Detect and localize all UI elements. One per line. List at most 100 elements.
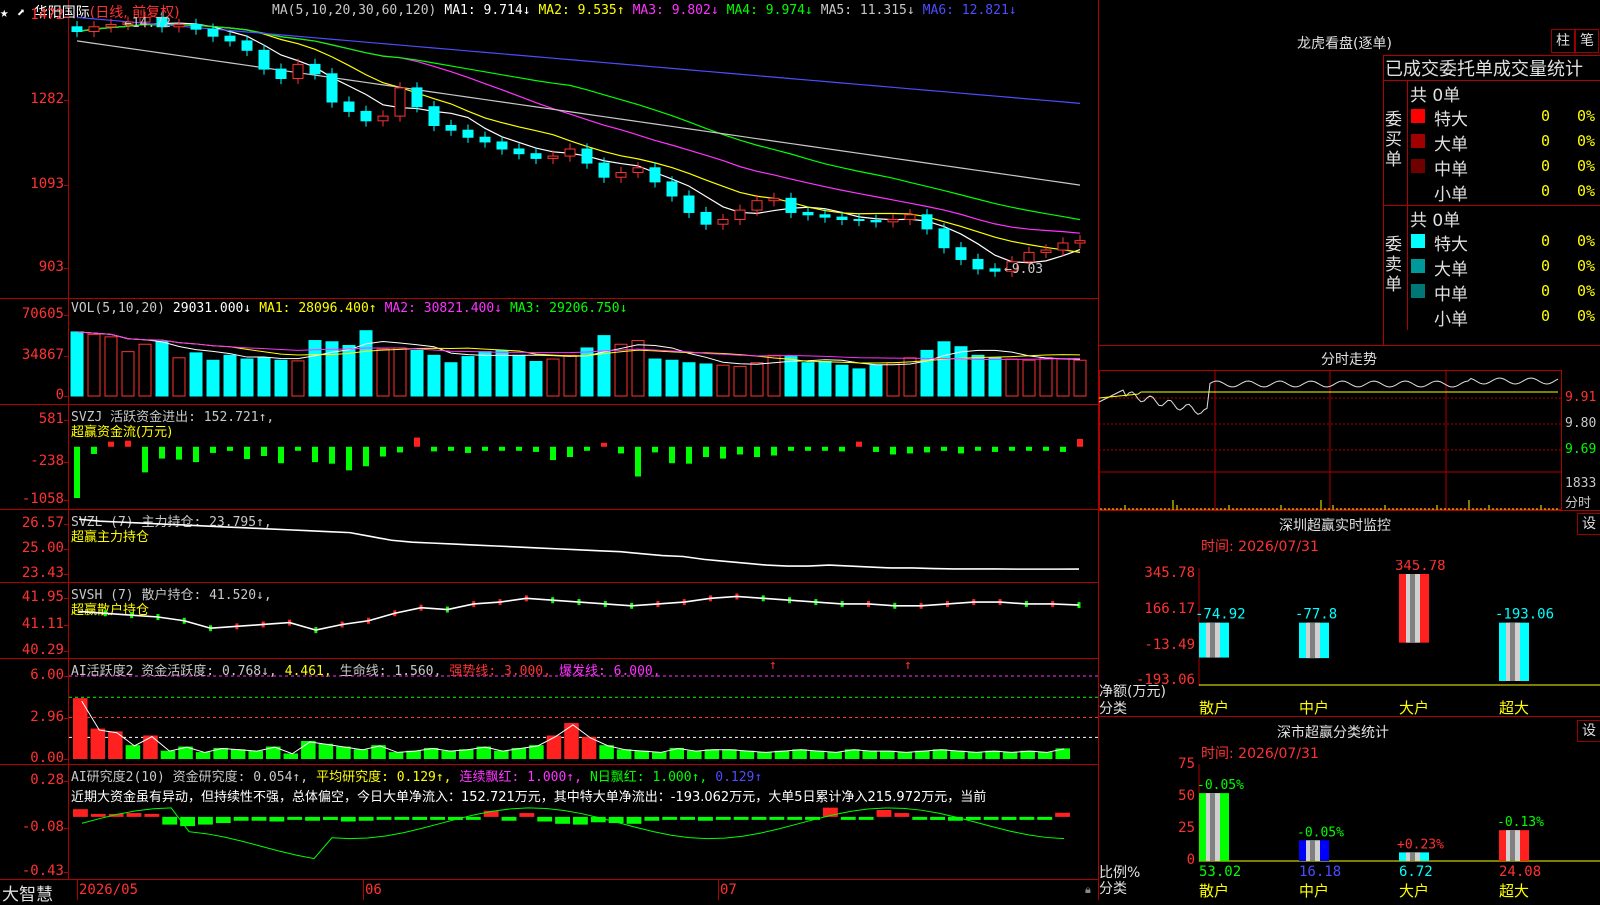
activity-bar <box>739 750 755 759</box>
intraday-vol-label: 分时 <box>1565 496 1592 511</box>
order-color-swatch <box>1411 284 1425 298</box>
star-icon[interactable]: ★ <box>0 5 8 21</box>
fund-flow-bar <box>261 446 267 457</box>
chart-tool-icon[interactable]: ⬈ <box>17 5 25 21</box>
stats-bar-shade <box>1410 852 1415 861</box>
tab-column[interactable]: 柱 <box>1551 29 1575 53</box>
candle-body <box>751 200 763 211</box>
research-bar <box>965 816 981 820</box>
fund-flow-bar <box>329 446 335 464</box>
volume-bar <box>427 354 441 397</box>
volume-bar <box>478 351 492 397</box>
fund-flow-chart[interactable] <box>69 405 1098 509</box>
candle-body <box>462 129 474 138</box>
fund-flow-bar <box>1043 446 1049 451</box>
fund-flow-bar <box>652 446 658 453</box>
volume-bar <box>461 356 475 397</box>
research-bar <box>555 816 570 824</box>
fund-flow-bar <box>737 446 743 455</box>
tab-tick[interactable]: 笔 <box>1575 29 1599 53</box>
fund-flow-bar <box>771 446 777 456</box>
intraday-axis-label: 9.69 <box>1565 442 1597 457</box>
fenshi-title: 分时走势 <box>1321 352 1377 368</box>
sell-total: 共 0单 <box>1410 211 1461 231</box>
fund-flow-bar <box>125 440 131 447</box>
stats-chart[interactable]: -0.05% 53.02 散户 -0.05% 16.18 中户 +0.23% 6.72 大户 -0… <box>1099 762 1600 900</box>
activity-bar <box>599 745 614 759</box>
candle-body <box>445 125 457 131</box>
candle-body <box>1023 251 1035 263</box>
fund-flow-bar <box>108 441 114 447</box>
activity-bar <box>230 749 246 759</box>
volume-bar <box>801 362 815 397</box>
volume-bar <box>104 336 118 397</box>
fund-flow-bar <box>159 446 165 459</box>
stats-bar <box>1299 840 1329 861</box>
research-bar <box>465 816 481 820</box>
volume-bar <box>529 360 543 397</box>
ai-research-chart[interactable] <box>69 765 1098 879</box>
candle-body <box>649 167 661 183</box>
research-bar <box>894 813 910 817</box>
research-bar <box>858 816 874 820</box>
lock-icon[interactable]: 🔒︎ <box>1085 883 1091 897</box>
candle-body <box>785 197 797 213</box>
candle-body <box>581 148 593 164</box>
candle-body <box>853 219 865 221</box>
fund-flow-bar <box>635 446 641 477</box>
activity-bar <box>494 750 509 759</box>
main-position-chart[interactable] <box>69 510 1098 582</box>
candle-body <box>190 23 202 30</box>
order-percent: 0% <box>1577 282 1596 300</box>
order-count: 0 <box>1541 257 1551 275</box>
research-bar <box>126 813 142 817</box>
lhkp-subtitle: 已成交委托单成交量统计 <box>1385 59 1583 80</box>
price-high-marker: ←14.72 <box>124 16 171 31</box>
stats-time: 时间: 2026/07/31 <box>1201 746 1319 762</box>
stats-bar-shade <box>1310 840 1315 861</box>
retail-position-chart[interactable] <box>69 583 1098 658</box>
fund-flow-bar <box>499 446 505 451</box>
fund-flow-bar <box>74 446 80 499</box>
volume-bar <box>954 346 968 397</box>
volume-bar <box>835 364 849 397</box>
monitor-value-label: -193.06 <box>1495 607 1554 623</box>
ai-activity-chart[interactable]: ↑ ↑ <box>69 659 1098 764</box>
order-color-swatch <box>1411 134 1425 148</box>
activity-bar <box>336 746 351 759</box>
order-color-swatch <box>1411 234 1425 248</box>
axis-label: -0.08 <box>21 819 64 835</box>
candle-body <box>428 106 440 126</box>
candle-body <box>309 63 321 75</box>
volume-bar <box>971 354 985 397</box>
monitor-settings-button[interactable]: 设 <box>1577 513 1600 535</box>
volume-bar <box>308 340 322 397</box>
volume-bar <box>682 362 696 397</box>
fund-flow-bar <box>295 446 301 451</box>
activity-bar <box>301 741 316 759</box>
axis-label: 70605 <box>21 306 64 322</box>
volume-bar <box>410 349 424 397</box>
candle-body <box>360 110 372 122</box>
research-bar <box>519 813 535 817</box>
price-chart[interactable] <box>69 0 1098 298</box>
fund-flow-bar <box>397 446 403 453</box>
activity-bar <box>283 753 299 759</box>
fund-flow-bar <box>1077 438 1083 447</box>
stats-settings-button[interactable]: 设 <box>1577 720 1600 742</box>
candle-body <box>717 219 729 225</box>
stats-value-label: 53.02 <box>1199 864 1241 880</box>
volume-bar <box>240 358 254 397</box>
monitor-chart[interactable]: -74.92 散户 -77.8 中户 345.78 大户 -193.06 超大 <box>1099 560 1600 716</box>
activity-bar <box>862 750 878 759</box>
research-bar <box>73 809 88 817</box>
order-color-swatch <box>1411 159 1425 173</box>
intraday-chart[interactable] <box>1099 370 1562 510</box>
research-bar <box>215 816 231 824</box>
volume-chart[interactable] <box>69 299 1098 404</box>
burst-arrow: ↑ <box>769 659 777 673</box>
candle-body <box>479 136 491 143</box>
candle-body <box>547 155 559 159</box>
date-tick <box>363 880 364 900</box>
fund-flow-bar <box>227 446 233 451</box>
